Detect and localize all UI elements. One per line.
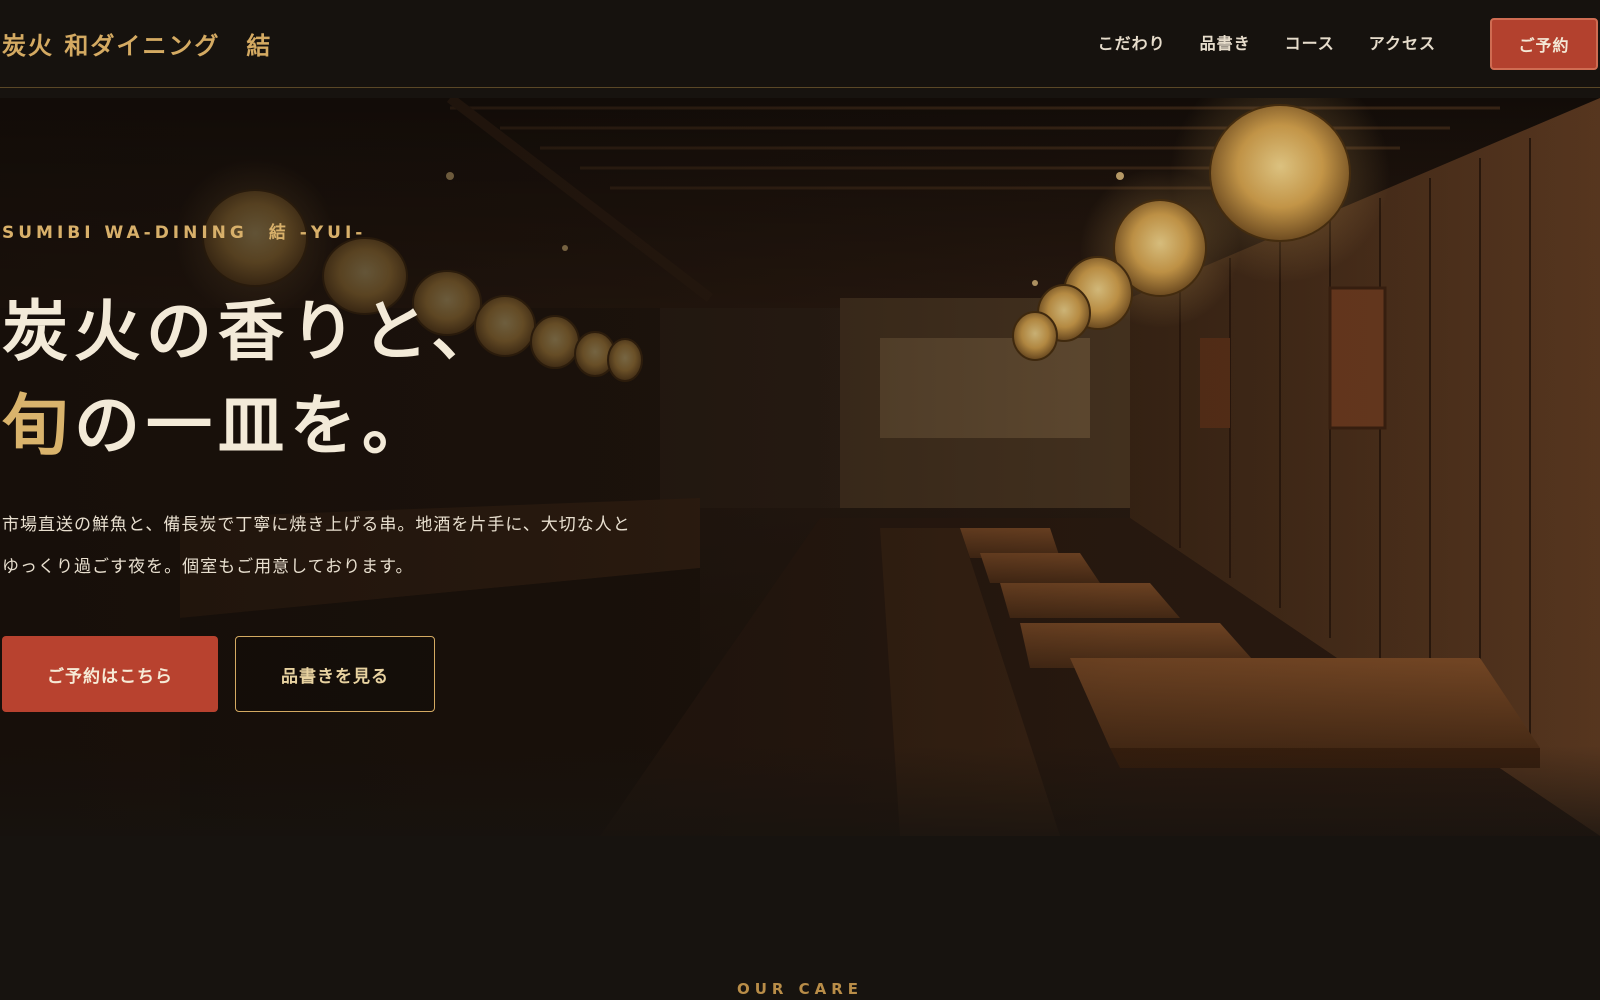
view-menu-button[interactable]: 品書きを見る <box>235 636 435 712</box>
page: 炭火 和ダイニング 結 こだわり 品書き コース アクセス ご予約 SUMIBI… <box>0 0 1600 1000</box>
nav-item-kodawari[interactable]: こだわり <box>1098 30 1166 54</box>
header-reserve-button[interactable]: ご予約 <box>1490 18 1598 70</box>
headline-line-1: 炭火の香りと、 <box>2 292 504 370</box>
hero-lead-text: 市場直送の鮮魚と、備長炭で丁寧に焼き上げる串。地酒を片手に、大切な人とゆっくり過… <box>2 515 631 577</box>
hero-section: SUMIBI WA-DINING 結 -YUI- 炭火の香りと、 旬の一皿を。 … <box>0 98 1600 836</box>
hero-content: SUMIBI WA-DINING 結 -YUI- 炭火の香りと、 旬の一皿を。 … <box>0 98 760 836</box>
reserve-cta-button[interactable]: ご予約はこちら <box>2 636 218 712</box>
site-header: 炭火 和ダイニング 結 こだわり 品書き コース アクセス ご予約 <box>0 0 1600 88</box>
hero-eyebrow: SUMIBI WA-DINING 結 -YUI- <box>2 223 367 243</box>
nav-item-menu[interactable]: 品書き <box>1200 30 1251 54</box>
headline-accent-word: 旬 <box>2 386 74 464</box>
section-eyebrow-our-care: OUR CARE <box>736 980 864 998</box>
nav-item-access[interactable]: アクセス <box>1369 30 1436 54</box>
main-nav: こだわり 品書き コース アクセス <box>1098 30 1436 54</box>
site-logo[interactable]: 炭火 和ダイニング 結 <box>2 26 272 61</box>
headline-line-2: の一皿を。 <box>74 386 434 464</box>
hero-headline: 炭火の香りと、 旬の一皿を。 <box>2 284 503 472</box>
nav-item-course[interactable]: コース <box>1285 30 1335 54</box>
